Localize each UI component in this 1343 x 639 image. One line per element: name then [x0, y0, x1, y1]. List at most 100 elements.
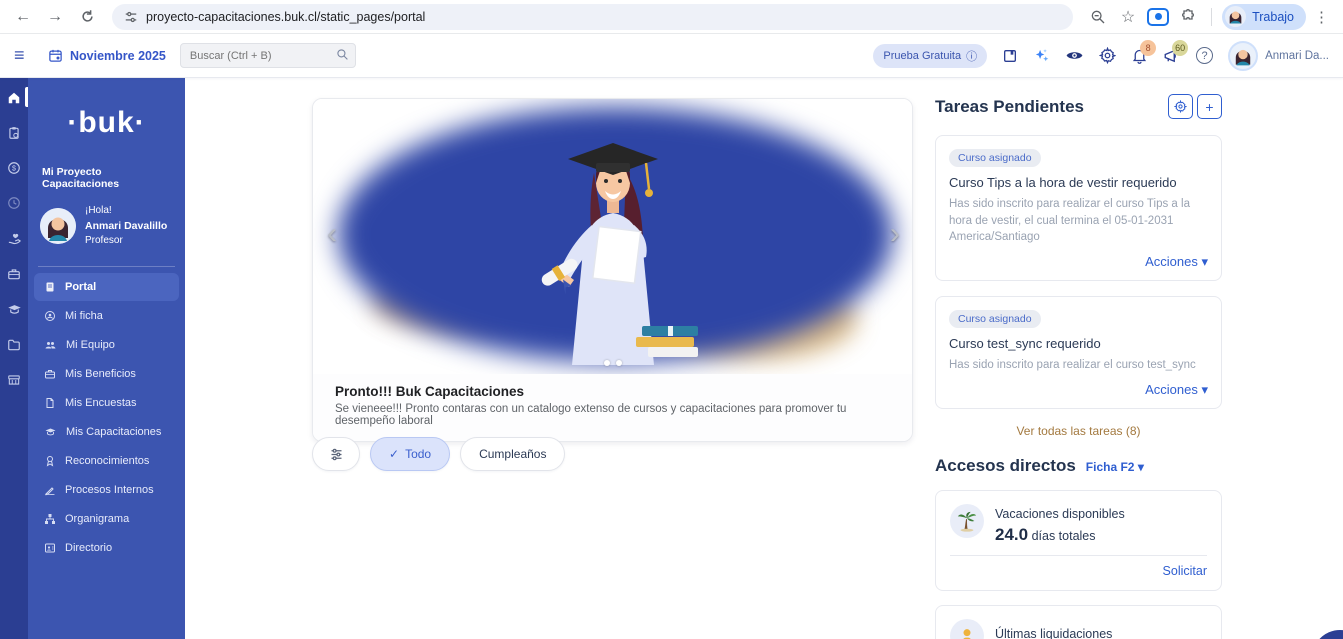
- divider: [1211, 8, 1212, 26]
- sidebar-item-mi-equipo[interactable]: Mi Equipo: [34, 331, 179, 359]
- browser-back-button[interactable]: ←: [10, 4, 36, 30]
- notifications-count-badge: 8: [1140, 40, 1156, 56]
- task-actions-dropdown[interactable]: Acciones ▾: [949, 382, 1208, 398]
- module-home-icon[interactable]: [0, 90, 28, 106]
- carousel-prev-button[interactable]: ‹: [327, 219, 337, 249]
- svg-text:$: $: [12, 166, 16, 173]
- sidebar-avatar: [40, 208, 76, 244]
- module-tasks-icon[interactable]: [0, 125, 28, 141]
- chevron-down-icon: ▾: [1201, 382, 1208, 397]
- sidebar-toggle-button[interactable]: ≡: [14, 45, 34, 66]
- browser-toolbar: ← → proyecto-capacitaciones.buk.cl/stati…: [0, 0, 1343, 34]
- global-search[interactable]: [180, 43, 356, 68]
- filter-todo-button[interactable]: ✓ Todo: [370, 437, 450, 471]
- sidebar-item-label: Mis Beneficios: [65, 368, 136, 380]
- sidebar-item-mis-capacitaciones[interactable]: Mis Capacitaciones: [34, 418, 179, 446]
- search-icon[interactable]: [336, 48, 349, 66]
- task-description: Has sido inscrito para realizar el curso…: [949, 357, 1208, 374]
- request-vacation-link[interactable]: Solicitar: [950, 564, 1207, 580]
- notifications-bell-icon[interactable]: 8: [1131, 47, 1148, 64]
- vacations-card: Vacaciones disponibles 24.0 días totales…: [935, 490, 1222, 591]
- module-benefits-icon[interactable]: [0, 266, 28, 282]
- user-menu[interactable]: Anmari Da...: [1228, 41, 1329, 71]
- announcement-carousel: ‹ › Pronto!!! Buk Capacitaciones Se vien…: [312, 98, 913, 442]
- tasks-heading: Tareas Pendientes: [935, 97, 1084, 117]
- module-time-icon[interactable]: [0, 195, 28, 211]
- sidebar-user-role: Profesor: [85, 234, 167, 249]
- vacations-title: Vacaciones disponibles: [995, 507, 1125, 521]
- sidebar-item-label: Mi Equipo: [66, 339, 115, 351]
- carousel-dots[interactable]: [604, 360, 622, 366]
- url-text: proyecto-capacitaciones.buk.cl/static_pa…: [146, 10, 425, 24]
- module-wellness-icon[interactable]: [0, 230, 28, 247]
- sidebar-item-mi-ficha[interactable]: Mi ficha: [34, 302, 179, 330]
- sidebar-item-reconocimientos[interactable]: Reconocimientos: [34, 447, 179, 475]
- filter-cumpleanos-button[interactable]: Cumpleaños: [460, 437, 565, 471]
- ficha-selector-dropdown[interactable]: Ficha F2 ▾: [1086, 460, 1144, 474]
- address-bar[interactable]: proyecto-capacitaciones.buk.cl/static_pa…: [112, 4, 1073, 30]
- ficha-selector-label: Ficha F2: [1086, 460, 1135, 474]
- carousel-subtitle: Se vieneee!!! Pronto contaras con un cat…: [335, 403, 890, 427]
- chevron-down-icon: ▾: [1201, 254, 1208, 269]
- period-selector[interactable]: Noviembre 2025: [48, 48, 166, 63]
- sidebar-profile[interactable]: ¡Hola! Anmari Davalillo Profesor: [28, 204, 185, 248]
- benefits-icon: [44, 368, 56, 380]
- site-settings-icon[interactable]: [124, 10, 138, 24]
- browser-profile-label: Trabajo: [1252, 10, 1294, 24]
- sidebar-item-mis-encuestas[interactable]: Mis Encuestas: [34, 389, 179, 417]
- browser-reload-button[interactable]: [74, 4, 100, 30]
- browser-forward-button[interactable]: →: [42, 4, 68, 30]
- filter-cumpleanos-label: Cumpleaños: [479, 447, 546, 461]
- orgchart-icon: [44, 513, 56, 525]
- sidebar-item-organigrama[interactable]: Organigrama: [34, 505, 179, 533]
- task-description: Has sido inscrito para realizar el curso…: [949, 196, 1208, 246]
- tasks-settings-button[interactable]: [1168, 94, 1193, 119]
- shortcuts-heading: Accesos directos: [935, 456, 1076, 476]
- sidebar-item-procesos-internos[interactable]: Procesos Internos: [34, 476, 179, 504]
- user-avatar: [1228, 41, 1258, 71]
- filter-todo-label: Todo: [405, 447, 431, 461]
- task-card: Curso asignado Curso test_sync requerido…: [935, 296, 1222, 409]
- browser-profile-chip[interactable]: Trabajo: [1222, 4, 1306, 30]
- right-panel: Tareas Pendientes + Curso asignado Curso…: [935, 94, 1222, 639]
- search-input[interactable]: [180, 43, 356, 68]
- announcements-icon[interactable]: 60: [1163, 47, 1181, 65]
- trial-badge[interactable]: Prueba Gratuita ⓘ: [873, 44, 987, 68]
- eye-icon[interactable]: [1065, 46, 1084, 65]
- media-control-icon[interactable]: [1145, 4, 1171, 30]
- sidebar-item-mis-beneficios[interactable]: Mis Beneficios: [34, 360, 179, 388]
- team-icon: [44, 339, 57, 351]
- sidebar-item-portal[interactable]: Portal: [34, 273, 179, 301]
- view-all-tasks-link[interactable]: Ver todas las tareas (8): [935, 424, 1222, 438]
- module-icon-strip: $: [0, 78, 28, 639]
- save-icon[interactable]: [1002, 48, 1018, 64]
- module-training-icon[interactable]: [0, 301, 28, 318]
- task-actions-dropdown[interactable]: Acciones ▾: [949, 254, 1208, 270]
- filter-settings-button[interactable]: [312, 437, 360, 471]
- graduate-illustration: [508, 113, 718, 371]
- module-payroll-icon[interactable]: $: [0, 160, 28, 176]
- sidebar-item-label: Mis Capacitaciones: [66, 426, 161, 438]
- browser-menu-button[interactable]: ⋮: [1310, 8, 1333, 26]
- signature-icon: [44, 484, 56, 496]
- module-organization-icon[interactable]: [0, 372, 28, 388]
- task-card: Curso asignado Curso Tips a la hora de v…: [935, 135, 1222, 281]
- module-documents-icon[interactable]: [0, 337, 28, 353]
- help-icon[interactable]: ?: [1196, 47, 1213, 64]
- person-coin-icon: [950, 619, 984, 639]
- sidebar-item-directorio[interactable]: Directorio: [34, 534, 179, 562]
- tasks-add-button[interactable]: +: [1197, 94, 1222, 119]
- bookmark-star-icon[interactable]: ☆: [1115, 4, 1141, 30]
- task-actions-label: Acciones: [1145, 254, 1198, 269]
- reload-icon: [80, 9, 95, 24]
- extensions-icon[interactable]: [1175, 4, 1201, 30]
- sidebar-user-name: Anmari Davalillo: [85, 219, 167, 234]
- training-icon: [44, 426, 57, 438]
- ai-sparkles-icon[interactable]: [1033, 47, 1050, 64]
- carousel-next-button[interactable]: ›: [890, 219, 900, 249]
- info-icon: ⓘ: [966, 48, 977, 64]
- settings-gear-icon[interactable]: [1099, 47, 1116, 64]
- divider: [950, 555, 1207, 556]
- period-label: Noviembre 2025: [70, 49, 166, 63]
- zoom-out-icon[interactable]: [1085, 4, 1111, 30]
